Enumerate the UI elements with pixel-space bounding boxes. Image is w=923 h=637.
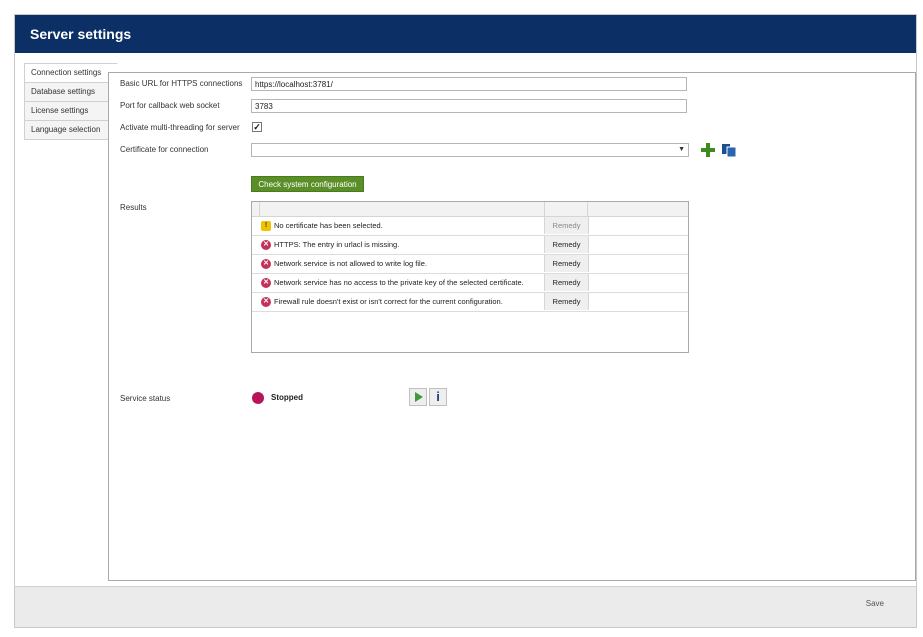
base-url-field[interactable]: https://localhost:3781/	[251, 77, 687, 91]
table-row: ✕ Network service has no access to the pr…	[252, 274, 688, 293]
play-icon	[415, 392, 423, 402]
port-label: Port for callback web socket	[120, 101, 220, 110]
server-settings-window: Server settings Connection settings Data…	[14, 14, 917, 628]
multithread-label: Activate multi-threading for server	[120, 123, 240, 132]
port-field[interactable]: 3783	[251, 99, 687, 113]
start-service-button[interactable]	[409, 388, 427, 406]
certificate-label: Certificate for connection	[120, 145, 209, 154]
error-icon: ✕	[261, 240, 271, 250]
tab-database-settings[interactable]: Database settings	[24, 82, 118, 101]
results-label: Results	[120, 203, 147, 212]
title-bar: Server settings	[15, 15, 916, 53]
table-row: ✕ HTTPS: The entry in urlacl is missing. R…	[252, 236, 688, 255]
status-indicator	[252, 392, 264, 404]
tab-language-selection[interactable]: Language selection	[24, 120, 118, 140]
base-url-label: Basic URL for HTTPS connections	[120, 79, 243, 88]
check-system-configuration-button[interactable]: Check system configuration	[251, 176, 364, 192]
result-message: No certificate has been selected.	[274, 221, 383, 230]
certificate-dropdown[interactable]: ▼	[251, 143, 689, 157]
footer-bar: Save	[15, 586, 916, 627]
result-message: Firewall rule doesn't exist or isn't cor…	[274, 297, 503, 306]
table-row: ! No certificate has been selected. Remedy	[252, 217, 688, 236]
multithread-checkbox[interactable]: ✓	[252, 122, 262, 132]
remedy-button[interactable]: Remedy	[544, 274, 589, 291]
remedy-button[interactable]: Remedy	[544, 293, 589, 310]
plus-icon[interactable]	[700, 142, 716, 158]
tab-license-settings[interactable]: License settings	[24, 101, 118, 120]
window-title: Server settings	[30, 26, 132, 42]
warning-icon: !	[261, 221, 271, 231]
results-grid-header	[252, 202, 688, 217]
info-button[interactable]: i	[429, 388, 447, 406]
chevron-down-icon: ▼	[678, 146, 685, 153]
service-status-label: Service status	[120, 394, 171, 403]
info-icon: i	[436, 389, 440, 404]
remedy-button[interactable]: Remedy	[544, 255, 589, 272]
table-row: ✕ Network service is not allowed to write…	[252, 255, 688, 274]
result-message: HTTPS: The entry in urlacl is missing.	[274, 240, 400, 249]
results-rows: ! No certificate has been selected. Remedy…	[252, 217, 688, 312]
error-icon: ✕	[261, 259, 271, 269]
remedy-button[interactable]: Remedy	[544, 217, 589, 234]
tab-connection-settings[interactable]: Connection settings	[24, 63, 118, 82]
save-button[interactable]: Save	[866, 599, 884, 608]
result-message: Network service is not allowed to write …	[274, 259, 427, 268]
error-icon: ✕	[261, 278, 271, 288]
remedy-button[interactable]: Remedy	[544, 236, 589, 253]
settings-tab-list: Connection settings Database settings Li…	[24, 63, 118, 140]
copy-icon[interactable]	[721, 142, 737, 158]
connection-settings-panel: Basic URL for HTTPS connections https://…	[108, 72, 916, 581]
table-row: ✕ Firewall rule doesn't exist or isn't co…	[252, 293, 688, 312]
result-message: Network service has no access to the pri…	[274, 278, 524, 287]
results-grid: ! No certificate has been selected. Remedy…	[251, 201, 689, 353]
service-status-value: Stopped	[271, 393, 303, 402]
error-icon: ✕	[261, 297, 271, 307]
